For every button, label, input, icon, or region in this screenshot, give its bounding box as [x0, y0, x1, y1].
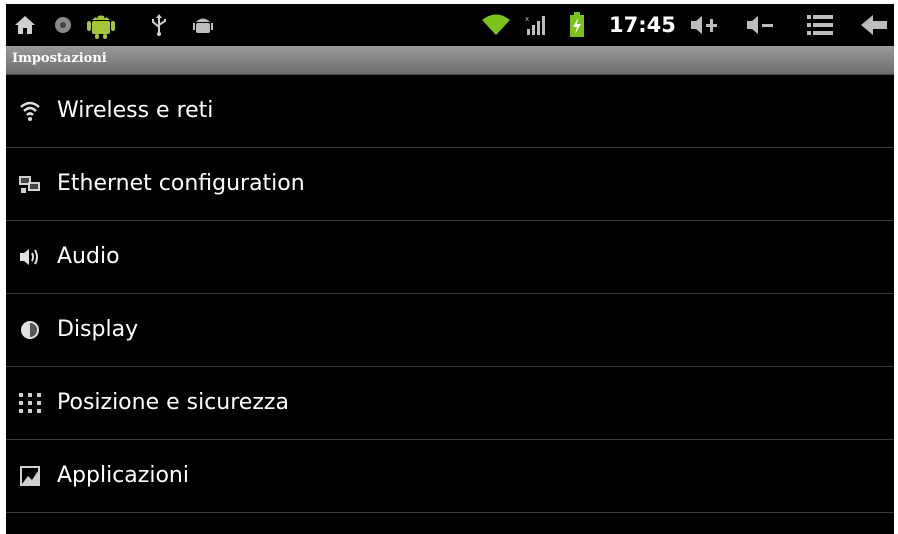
settings-item-label: Ethernet configuration: [57, 171, 305, 196]
status-bar: x 17:45: [6, 4, 894, 46]
android-icon: [84, 10, 118, 40]
volume-up-icon[interactable]: [689, 10, 719, 40]
title-bar: Impostazioni: [6, 46, 894, 75]
svg-text:x: x: [525, 15, 529, 23]
settings-item-label: Wireless e reti: [57, 98, 214, 123]
back-icon[interactable]: [858, 10, 890, 40]
settings-item-label: Posizione e sicurezza: [57, 390, 289, 415]
ethernet-icon: [18, 172, 42, 196]
brightness-icon: [18, 318, 42, 342]
settings-item-location-security[interactable]: Posizione e sicurezza: [6, 367, 894, 440]
wifi-icon: [481, 10, 511, 40]
battery-charging-icon: [568, 10, 586, 40]
settings-item-wireless[interactable]: Wireless e reti: [6, 75, 894, 148]
settings-item-label: Applicazioni: [57, 463, 189, 488]
settings-item-label: Display: [57, 317, 139, 342]
settings-item-display[interactable]: Display: [6, 294, 894, 367]
record-icon: [52, 10, 74, 40]
location-grid-icon: [18, 391, 42, 415]
wifi-icon: [18, 99, 42, 123]
page-title: Impostazioni: [12, 51, 107, 66]
android-screen: x 17:45 Impostazioni Wireless e reti Eth…: [6, 4, 894, 534]
signal-icon: x: [524, 10, 550, 40]
speaker-icon: [18, 245, 42, 269]
menu-icon[interactable]: [804, 10, 836, 40]
android-debug-icon: [192, 10, 214, 40]
settings-list: Wireless e reti Ethernet configuration A…: [6, 75, 894, 534]
status-time: 17:45: [609, 13, 676, 37]
settings-item-ethernet[interactable]: Ethernet configuration: [6, 148, 894, 221]
settings-item-label: Audio: [57, 244, 120, 269]
applications-icon: [18, 464, 42, 488]
usb-icon: [149, 10, 169, 40]
settings-item-audio[interactable]: Audio: [6, 221, 894, 294]
home-icon[interactable]: [12, 10, 38, 40]
volume-down-icon[interactable]: [745, 10, 775, 40]
settings-item-applications[interactable]: Applicazioni: [6, 440, 894, 513]
settings-item-partial: [6, 513, 894, 534]
